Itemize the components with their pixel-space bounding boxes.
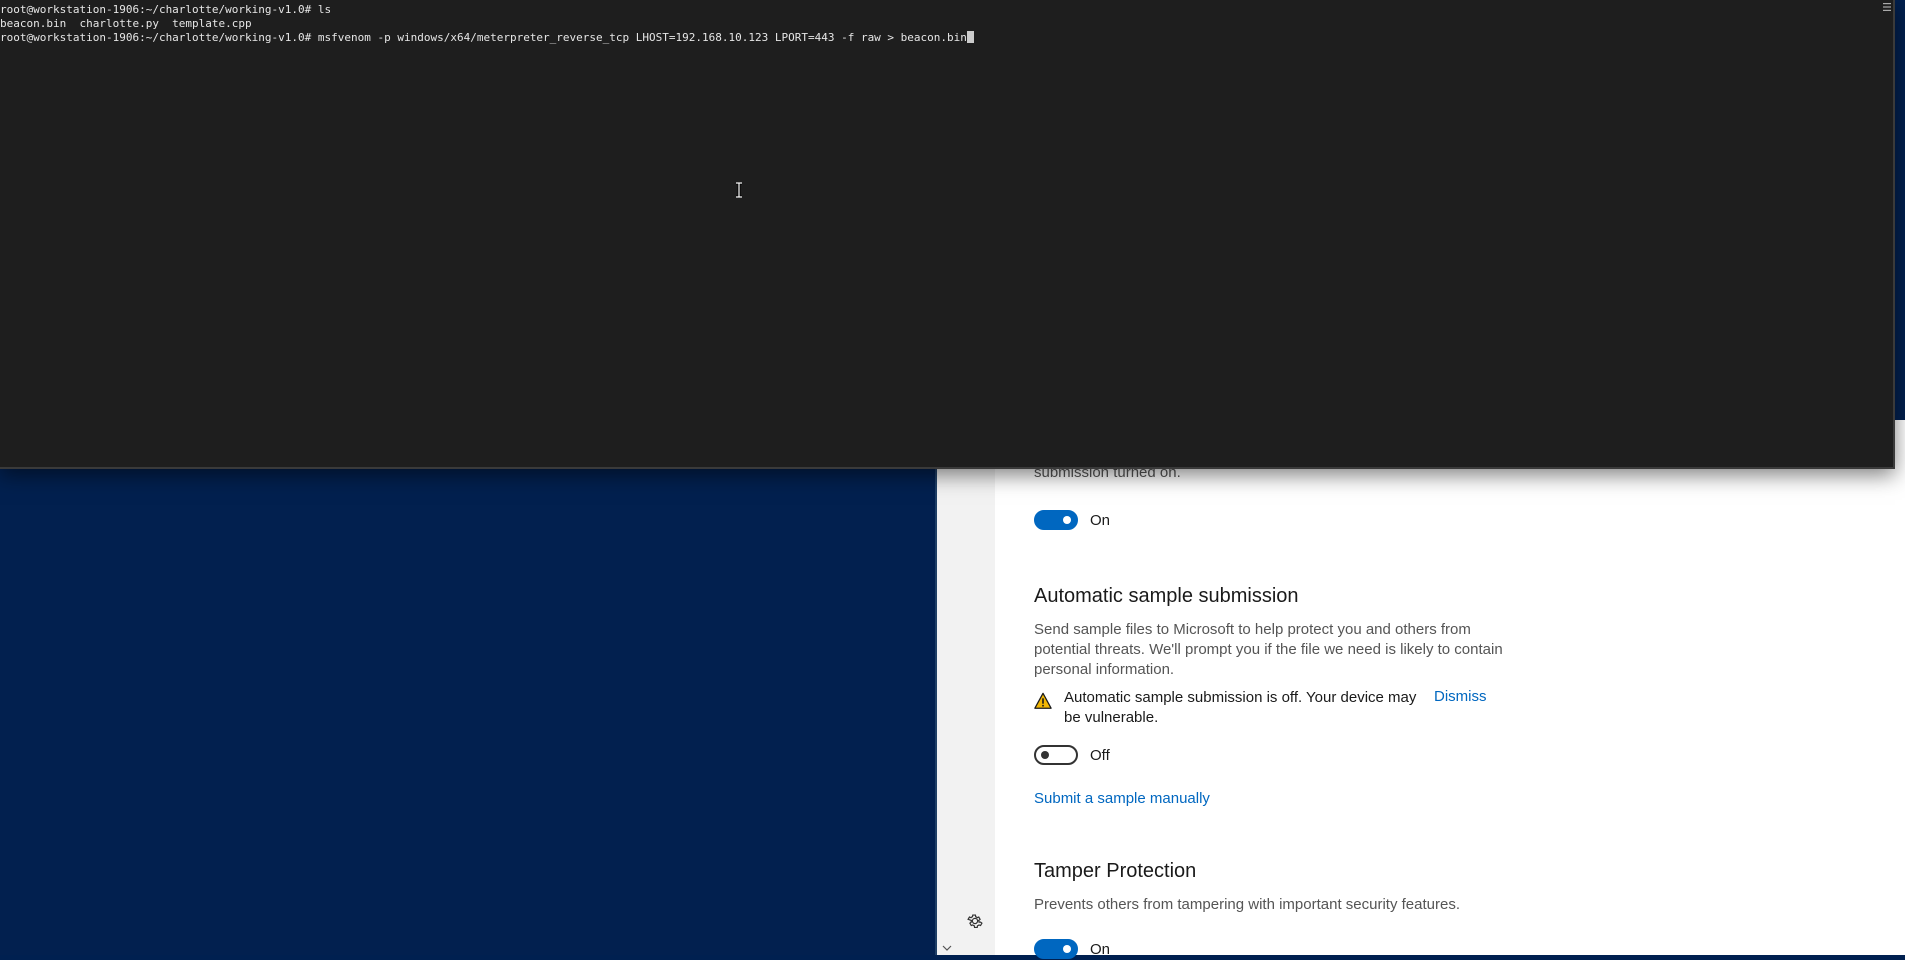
tamper-protection-toggle[interactable] bbox=[1034, 939, 1078, 959]
terminal-output-text: beacon.bin charlotte.py template.cpp bbox=[0, 17, 252, 30]
chevron-down-icon[interactable] bbox=[942, 943, 952, 953]
scroll-menu-icon[interactable] bbox=[1883, 2, 1891, 12]
tamper-protection-title: Tamper Protection bbox=[1034, 860, 1197, 882]
ibeam-cursor-icon bbox=[736, 182, 742, 198]
sample-submission-warning: Automatic sample submission is off. Your… bbox=[1034, 688, 1524, 728]
sample-submission-toggle-label: Off bbox=[1090, 746, 1110, 764]
terminal-line: beacon.bin charlotte.py template.cpp bbox=[0, 17, 974, 31]
gear-icon[interactable] bbox=[966, 912, 984, 930]
submit-sample-manually-link[interactable]: Submit a sample manually bbox=[1034, 790, 1210, 807]
toggle-knob bbox=[1041, 751, 1049, 759]
toggle-knob bbox=[1063, 516, 1071, 524]
terminal-output[interactable]: root@workstation-1906:~/charlotte/workin… bbox=[0, 3, 974, 45]
warning-message: Automatic sample submission is off. Your… bbox=[1064, 689, 1417, 726]
terminal-window[interactable]: root@workstation-1906:~/charlotte/workin… bbox=[0, 0, 1895, 469]
terminal-cursor bbox=[966, 31, 974, 43]
terminal-command: ls bbox=[317, 3, 332, 16]
terminal-prompt: root@workstation-1906:~/charlotte/workin… bbox=[0, 3, 312, 16]
automatic-sample-submission-title: Automatic sample submission bbox=[1034, 585, 1299, 607]
automatic-sample-submission-description: Send sample files to Microsoft to help p… bbox=[1034, 621, 1503, 678]
terminal-line: root@workstation-1906:~/charlotte/workin… bbox=[0, 31, 974, 45]
toggle-knob bbox=[1063, 945, 1071, 953]
windows-security-window: submission turned on. On Automatic sampl… bbox=[935, 420, 1905, 959]
cloud-protection-toggle[interactable] bbox=[1034, 510, 1078, 530]
terminal-line: root@workstation-1906:~/charlotte/workin… bbox=[0, 3, 974, 17]
sample-submission-toggle[interactable] bbox=[1034, 745, 1078, 765]
sample-submission-toggle-row: Off bbox=[1034, 744, 1110, 766]
terminal-prompt: root@workstation-1906:~/charlotte/workin… bbox=[0, 31, 312, 44]
terminal-command: msfvenom -p windows/x64/meterpreter_reve… bbox=[317, 31, 967, 44]
cloud-protection-toggle-row: On bbox=[1034, 509, 1110, 531]
security-nav-pane bbox=[935, 420, 995, 955]
tamper-protection-description: Prevents others from tampering with impo… bbox=[1034, 896, 1461, 913]
dismiss-link[interactable]: Dismiss bbox=[1434, 688, 1487, 728]
warning-icon bbox=[1034, 692, 1052, 709]
cloud-protection-toggle-label: On bbox=[1090, 511, 1111, 529]
tamper-protection-toggle-row: On bbox=[1034, 938, 1110, 960]
